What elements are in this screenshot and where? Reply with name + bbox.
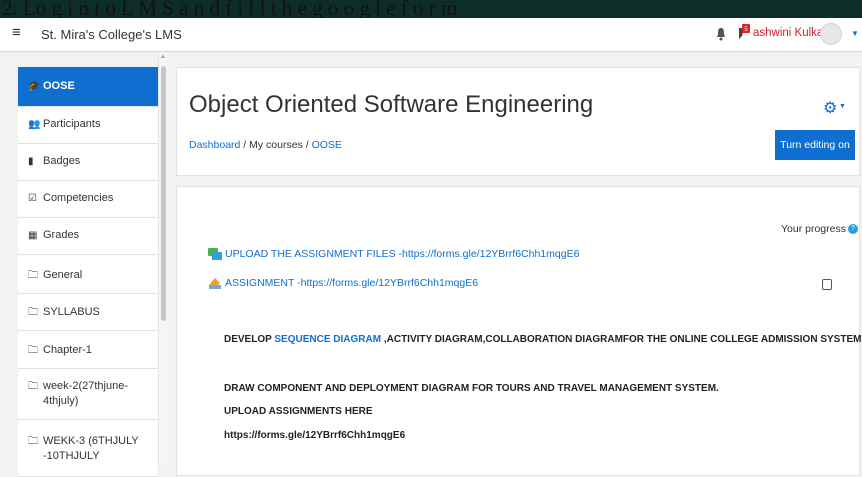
sidebar-item-competencies[interactable]: ☑ Competencies bbox=[18, 181, 158, 218]
course-content: Your progress? UPLOAD THE ASSIGNMENT FIL… bbox=[176, 186, 862, 476]
bell-icon[interactable] bbox=[716, 27, 726, 41]
scrollbar-thumb[interactable] bbox=[161, 66, 166, 321]
sidebar-scrollbar[interactable]: ▲ bbox=[158, 52, 167, 470]
section-summary-line: DRAW COMPONENT AND DEPLOYMENT DIAGRAM FO… bbox=[224, 383, 719, 394]
your-progress: Your progress? bbox=[781, 223, 858, 235]
sidebar-item-grades[interactable]: ▦ Grades bbox=[18, 218, 158, 255]
chevron-down-icon[interactable]: ▼ bbox=[851, 29, 859, 38]
sidebar-item-label: Chapter-1 bbox=[43, 344, 92, 356]
sidebar-item-label: SYLLABUS bbox=[43, 306, 100, 318]
sidebar-item-label: Participants bbox=[43, 118, 101, 130]
sidebar-item-wekk-3[interactable]: 🗀 WEKK-3 (6THJULY -10THJULY bbox=[18, 420, 158, 477]
folder-icon: 🗀 bbox=[28, 307, 38, 318]
page-header: Object Oriented Software Engineering Das… bbox=[176, 67, 860, 176]
section-summary-line: UPLOAD ASSIGNMENTS HERE bbox=[224, 406, 373, 417]
sidebar-item-oose[interactable]: 🎓 OOSE bbox=[18, 67, 158, 107]
breadcrumb-my-courses[interactable]: My courses bbox=[249, 139, 303, 151]
sidebar-item-chapter-1[interactable]: 🗀 Chapter-1 bbox=[18, 332, 158, 369]
course-sidebar: 🎓 OOSE 👥 Participants ▮ Badges ☑ Competencie… bbox=[18, 67, 158, 477]
shield-icon: ▮ bbox=[28, 156, 34, 167]
summary-text: ,ACTIVITY DIAGRAM,COLLABORATION DIAGRAMF… bbox=[381, 334, 862, 345]
section-summary-line: DEVELOP SEQUENCE DIAGRAM ,ACTIVITY DIAGR… bbox=[224, 334, 862, 345]
help-icon[interactable]: ? bbox=[847, 224, 858, 235]
section-summary-link[interactable]: https://forms.gle/12YBrrf6Chh1mqgE6 bbox=[224, 430, 405, 441]
activity-upload-files[interactable]: UPLOAD THE ASSIGNMENT FILES -https://for… bbox=[207, 247, 579, 261]
breadcrumb-dashboard[interactable]: Dashboard bbox=[189, 139, 240, 151]
folder-icon: 🗀 bbox=[28, 270, 38, 281]
sidebar-item-label: week-2(27thjune- bbox=[43, 380, 128, 392]
window-top-strip: 2. Lo g i n t o L M S a n d f i l l t h … bbox=[0, 0, 862, 20]
breadcrumb-separator: / bbox=[243, 139, 247, 151]
message-icon[interactable]: 5 bbox=[735, 24, 751, 42]
page-title: Object Oriented Software Engineering bbox=[189, 91, 594, 118]
breadcrumb-separator: / bbox=[305, 139, 309, 151]
completion-checkbox[interactable] bbox=[822, 279, 832, 290]
sidebar-item-participants[interactable]: 👥 Participants bbox=[18, 107, 158, 144]
checkbox-icon: ☑ bbox=[28, 193, 37, 204]
assignment-icon bbox=[209, 278, 221, 289]
summary-highlight: SEQUENCE DIAGRAM bbox=[274, 334, 382, 345]
sidebar-item-badges[interactable]: ▮ Badges bbox=[18, 144, 158, 181]
forum-icon bbox=[208, 248, 222, 260]
overlay-caption: 2. Lo g i n t o L M S a n d f i l l t h … bbox=[2, 0, 458, 20]
activity-assignment[interactable]: ASSIGNMENT -https://forms.gle/12YBrrf6Ch… bbox=[207, 276, 478, 290]
summary-text: DEVELOP bbox=[224, 334, 275, 345]
avatar[interactable] bbox=[820, 23, 842, 45]
folder-icon: 🗀 bbox=[28, 381, 38, 392]
folder-icon: 🗀 bbox=[28, 345, 38, 356]
gear-icon[interactable]: ⚙ bbox=[823, 98, 837, 118]
sidebar-item-label-cont: 4thjuly) bbox=[43, 395, 79, 407]
breadcrumb: Dashboard / My courses / OOSE bbox=[189, 139, 342, 151]
graduation-cap-icon: 🎓 bbox=[28, 81, 41, 92]
site-name[interactable]: St. Mira's College's LMS bbox=[41, 27, 182, 42]
sidebar-item-general[interactable]: 🗀 General bbox=[18, 257, 158, 294]
sidebar-item-label: Badges bbox=[43, 155, 81, 167]
scroll-up-icon[interactable]: ▲ bbox=[160, 54, 166, 60]
chevron-down-icon[interactable]: ▼ bbox=[839, 103, 846, 110]
progress-label: Your progress bbox=[781, 223, 846, 235]
activity-label: UPLOAD THE ASSIGNMENT FILES -https://for… bbox=[225, 247, 580, 260]
sidebar-item-label: OOSE bbox=[43, 80, 75, 92]
menu-icon[interactable]: ≡ bbox=[12, 25, 26, 41]
sidebar-item-label: Grades bbox=[43, 229, 80, 241]
breadcrumb-oose[interactable]: OOSE bbox=[312, 139, 342, 151]
sidebar-item-label: Competencies bbox=[43, 192, 114, 204]
users-icon: 👥 bbox=[28, 119, 41, 130]
navbar: ≡ St. Mira's College's LMS 5 ashwini Kul… bbox=[0, 18, 862, 52]
sidebar-item-label: General bbox=[43, 269, 83, 281]
turn-editing-on-button[interactable]: Turn editing on bbox=[775, 130, 855, 160]
activity-label: ASSIGNMENT -https://forms.gle/12YBrrf6Ch… bbox=[225, 276, 479, 289]
sidebar-item-label: WEKK-3 (6THJULY bbox=[43, 435, 139, 447]
sidebar-item-week-2[interactable]: 🗀 week-2(27thjune- 4thjuly) bbox=[18, 369, 158, 420]
table-icon: ▦ bbox=[28, 230, 38, 241]
sidebar-item-syllabus[interactable]: 🗀 SYLLABUS bbox=[18, 294, 158, 331]
sidebar-item-label-cont: -10THJULY bbox=[43, 450, 100, 462]
folder-icon: 🗀 bbox=[28, 436, 38, 447]
